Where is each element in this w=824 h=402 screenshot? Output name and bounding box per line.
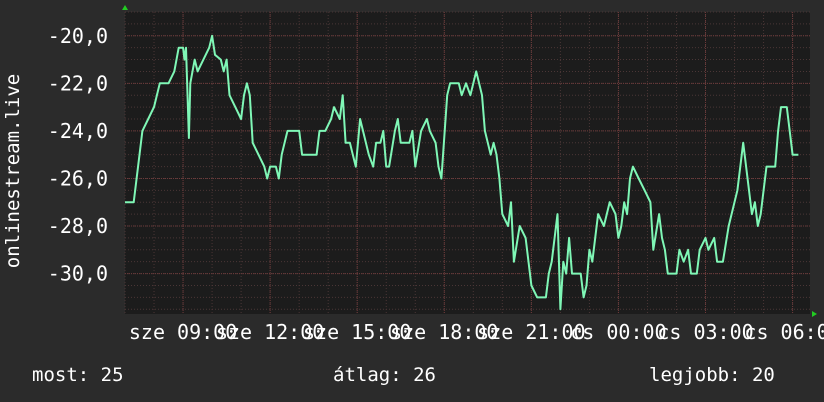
stat-average-label: átlag: <box>333 364 402 386</box>
chart-panel: -20,0 -22,0 -24,0 -26,0 -28,0 -30,0 sze 09:00 s… <box>0 0 824 402</box>
y-tick-label: -28,0 <box>48 214 108 238</box>
stat-best-value: 20 <box>751 364 775 386</box>
stat-average-value: 26 <box>413 364 436 386</box>
x-tick-label: cs 06:00 <box>744 320 824 344</box>
stat-now-value: 25 <box>100 364 124 386</box>
x-axis-arrow <box>812 311 817 317</box>
stat-average: átlag: 26 <box>333 362 436 388</box>
y-tick-label: -22,0 <box>48 71 108 95</box>
y-axis-arrow <box>122 5 128 10</box>
x-tick-label: cs 03:00 <box>657 320 753 344</box>
y-tick-label: -20,0 <box>48 24 108 48</box>
stat-now: most: 25 <box>32 362 124 388</box>
line-chart: -20,0-22,0-24,0-26,0-28,0-30,0sze 09:00s… <box>2 5 824 344</box>
stat-now-label: most: <box>32 364 90 386</box>
stat-best-label: legjobb: <box>649 364 741 386</box>
x-tick-label: cs 00:00 <box>570 320 666 344</box>
y-tick-label: -30,0 <box>48 262 108 286</box>
stat-best: legjobb: 20 <box>649 362 775 388</box>
y-tick-label: -24,0 <box>48 119 108 143</box>
plot-area <box>125 12 810 314</box>
y-axis-label: onlinestream.live <box>2 74 24 268</box>
y-tick-label: -26,0 <box>48 166 108 190</box>
